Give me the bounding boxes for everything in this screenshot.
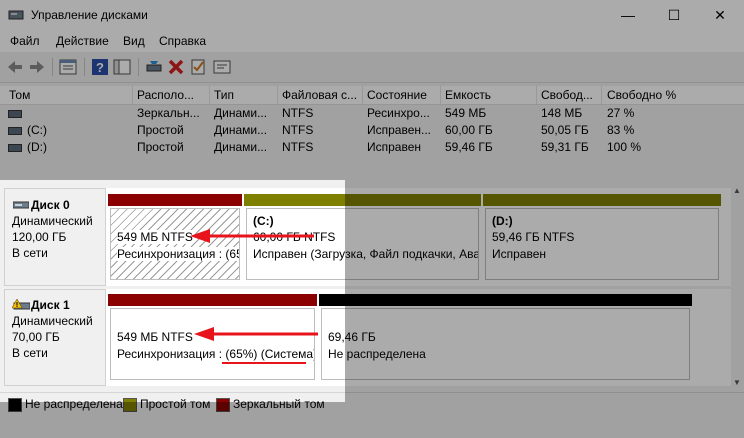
annotation-arrow-icon: [194, 327, 318, 341]
annotation-arrow-icon: [190, 229, 314, 243]
disk-1-info[interactable]: Диск 1 Динамический 70,00 ГБ В сети: [4, 289, 106, 386]
highlight-dim-overlay: [345, 0, 744, 438]
disk-name: Диск 0: [31, 198, 70, 212]
disk-size: 120,00 ГБ: [12, 230, 67, 244]
partition-status: Ресинхронизация : (65: [117, 247, 239, 261]
partition-size: 549 МБ NTFS: [117, 230, 193, 244]
disk-state: В сети: [12, 346, 48, 360]
annotation-underline: [222, 362, 306, 364]
partition-body: 549 МБ NTFS Ресинхронизация : (65: [110, 208, 240, 280]
highlight-dim-overlay: [0, 402, 345, 438]
partition-color-bar: [108, 294, 317, 306]
disk-type: Динамический: [12, 214, 93, 228]
disk-name: Диск 1: [31, 298, 70, 312]
partition-status: Ресинхронизация : (65%) (Система): [117, 347, 315, 361]
disk-management-window: Управление дисками — ☐ ✕ Файл Действие В…: [0, 0, 744, 438]
partition-size: 549 МБ NTFS: [117, 330, 193, 344]
partition-color-bar: [108, 194, 242, 206]
disk-type: Динамический: [12, 314, 93, 328]
disk-icon: [13, 201, 29, 209]
highlight-dim-overlay: [0, 0, 345, 180]
warning-disk-icon: [12, 299, 30, 310]
disk-size: 70,00 ГБ: [12, 330, 60, 344]
disk-state: В сети: [12, 246, 48, 260]
partition-body: 549 МБ NTFS Ресинхронизация : (65%) (Сис…: [110, 308, 315, 380]
disk-0-info[interactable]: Диск 0 Динамический 120,00 ГБ В сети: [4, 188, 106, 286]
partition-title: (C:): [253, 214, 274, 228]
